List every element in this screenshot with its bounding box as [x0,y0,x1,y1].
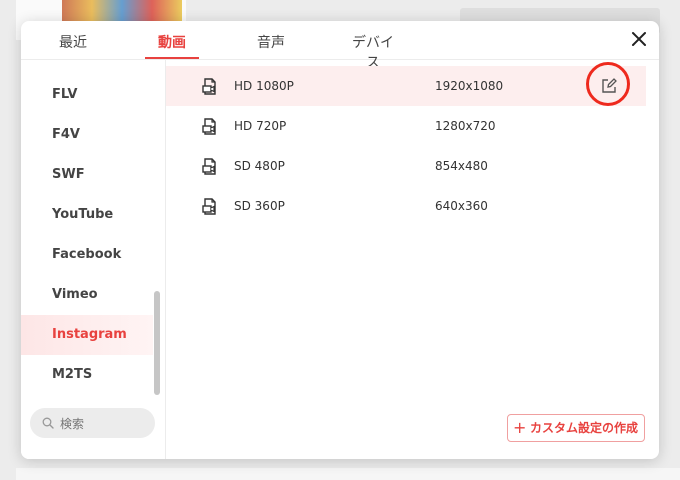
preset-name: SD 360P [234,199,285,213]
sidebar-item-f4v[interactable]: F4V [21,115,153,155]
sidebar-item-instagram[interactable]: Instagram [21,315,153,355]
create-custom-preset-button[interactable]: + カスタム設定の作成 [507,414,645,442]
create-custom-preset-label: カスタム設定の作成 [530,421,639,435]
preset-row[interactable]: HD 720P 1280x720 [166,106,646,146]
preset-name: HD 1080P [234,79,294,93]
tab-audio[interactable]: 音声 [257,33,285,57]
video-file-icon [202,198,216,215]
search-input[interactable] [58,413,152,435]
preset-resolution: 854x480 [435,159,488,173]
plus-icon: + [513,418,527,437]
tab-video[interactable]: 動画 [145,33,199,59]
preset-name: SD 480P [234,159,285,173]
video-file-icon [202,158,216,175]
search-icon [42,417,54,429]
format-tabs: 最近 動画 音声 デバイス [21,21,659,71]
video-file-icon [202,118,216,135]
background-video-thumbnail [62,0,182,22]
preset-resolution: 1920x1080 [435,79,504,93]
preset-row[interactable]: SD 480P 854x480 [166,146,646,186]
tab-recent[interactable]: 最近 [59,33,87,57]
sidebar-item-facebook[interactable]: Facebook [21,235,153,275]
format-search [30,408,155,438]
preset-resolution: 1280x720 [435,119,496,133]
output-format-dialog: 最近 動画 音声 デバイス FLV F4V SWF YouTube Facebo… [21,21,659,459]
sidebar-item-vimeo[interactable]: Vimeo [21,275,153,315]
preset-row[interactable]: SD 360P 640x360 [166,186,646,226]
sidebar-scrollbar[interactable] [154,291,160,395]
preset-resolution: 640x360 [435,199,488,213]
sidebar-item-m2ts[interactable]: M2TS [21,355,153,395]
preset-row[interactable]: HD 1080P 1920x1080 [166,62,646,106]
video-file-icon [202,78,216,95]
tab-device[interactable]: デバイス [350,33,396,71]
format-category-sidebar: FLV F4V SWF YouTube Facebook Vimeo Insta… [21,60,166,459]
edit-icon[interactable] [600,77,618,95]
background-panel [16,468,680,480]
close-icon[interactable] [631,31,647,47]
sidebar-item-youtube[interactable]: YouTube [21,195,153,235]
preset-name: HD 720P [234,119,287,133]
sidebar-item-flv[interactable]: FLV [21,75,153,115]
sidebar-item-swf[interactable]: SWF [21,155,153,195]
